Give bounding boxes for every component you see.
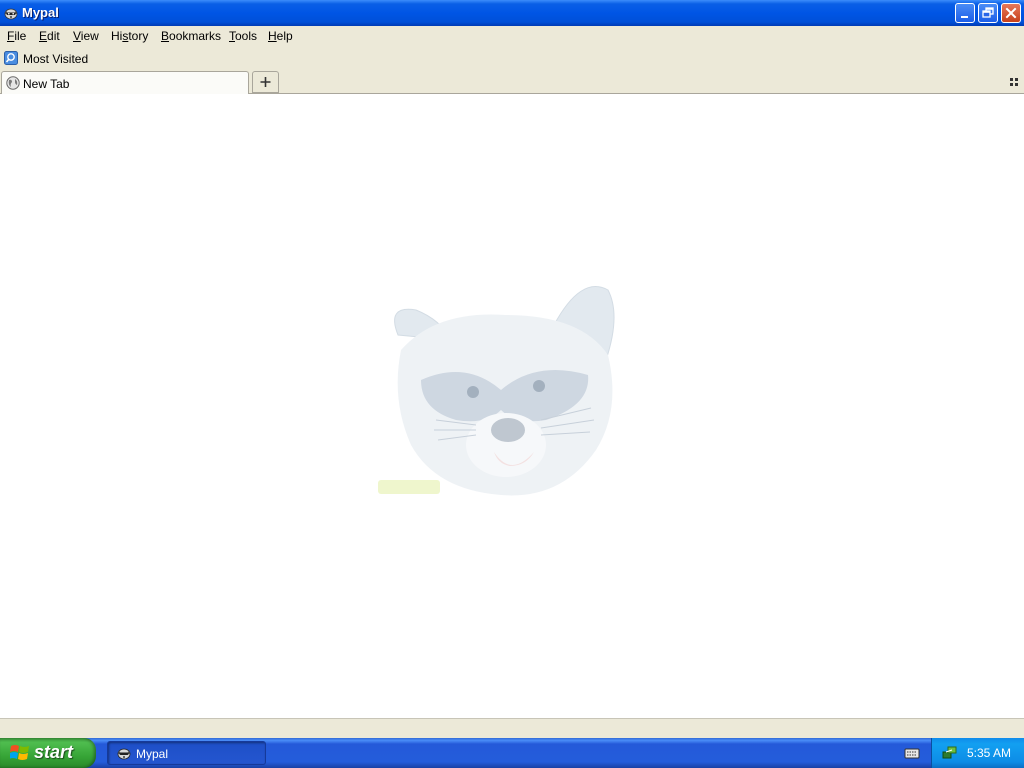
start-label: start	[34, 742, 74, 762]
network-icon[interactable]	[942, 745, 958, 761]
minimize-button[interactable]	[955, 3, 975, 23]
raccoon-logo	[378, 286, 615, 496]
status-bar	[0, 718, 1024, 738]
tab-new-tab[interactable]: New Tab	[1, 71, 249, 94]
restore-button[interactable]	[978, 3, 998, 23]
list-all-tabs-icon[interactable]	[1008, 76, 1020, 88]
taskbar-button-mypal[interactable]: Mypal	[107, 741, 266, 765]
raccoon-icon	[117, 748, 131, 760]
most-visited-icon	[4, 51, 18, 65]
keyboard-icon[interactable]	[904, 746, 920, 760]
taskbar-button-label: Mypal	[136, 747, 169, 761]
menu-bookmarks[interactable]: Bookmarks	[161, 29, 221, 43]
menu-file[interactable]: File	[7, 29, 26, 43]
windows-logo-icon	[10, 745, 29, 760]
minimize-icon	[961, 16, 968, 18]
start-button[interactable]: start	[0, 738, 96, 768]
menu-view[interactable]: View	[73, 29, 99, 43]
taskbar: start Mypal 5:35 AM	[0, 738, 1024, 768]
menu-help[interactable]: Help	[268, 29, 293, 43]
page-content[interactable]	[0, 94, 1024, 718]
window-title: Mypal	[22, 5, 59, 20]
tab-label: New Tab	[23, 77, 70, 91]
globe-icon	[6, 76, 20, 90]
new-tab-button[interactable]	[252, 71, 279, 93]
system-tray: 5:35 AM	[931, 738, 1024, 768]
restore-icon	[982, 7, 994, 18]
close-button[interactable]	[1001, 3, 1021, 23]
plus-icon	[260, 77, 271, 87]
menu-bar: File Edit View History Bookmarks Tools H…	[0, 26, 1024, 47]
window-titlebar[interactable]: Mypal	[0, 0, 1024, 27]
menu-tools[interactable]: Tools	[229, 29, 257, 43]
raccoon-icon	[4, 8, 18, 20]
close-icon	[1005, 7, 1017, 19]
bookmark-label: Most Visited	[23, 52, 89, 66]
menu-edit[interactable]: Edit	[39, 29, 60, 43]
bookmarks-toolbar: Most Visited	[0, 47, 1024, 69]
clock[interactable]: 5:35 AM	[967, 746, 1011, 760]
menu-history[interactable]: History	[111, 29, 148, 43]
tab-strip: New Tab	[0, 69, 1024, 94]
